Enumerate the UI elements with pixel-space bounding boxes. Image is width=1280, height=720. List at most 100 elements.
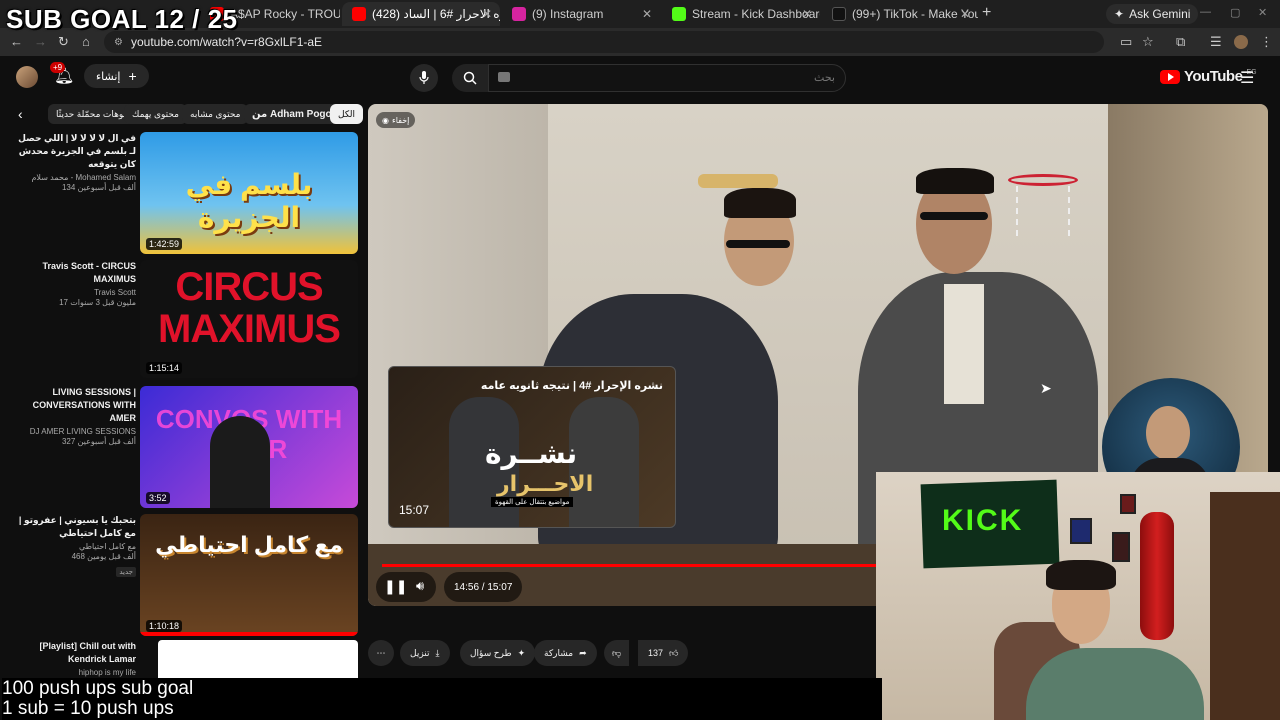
recommended-video[interactable]: في ال لا لا لا لا | اللي حصل لـ بلسم في … bbox=[18, 132, 358, 254]
tab-tiktok[interactable]: (99+) TikTok - Make Your Day ✕ bbox=[822, 2, 978, 26]
video-title[interactable]: LIVING SESSIONS | CONVERSATIONS WITH AME… bbox=[18, 386, 136, 425]
tshirt bbox=[944, 284, 984, 404]
tiktok-favicon-icon bbox=[832, 7, 846, 21]
chip-for-you[interactable]: محتوى يهمك bbox=[124, 104, 187, 124]
new-tab-icon[interactable]: + bbox=[982, 4, 991, 22]
tab-instagram[interactable]: (9) Instagram ✕ bbox=[502, 2, 660, 26]
download-icon: ⤓ bbox=[435, 647, 440, 658]
close-icon[interactable]: ✕ bbox=[642, 7, 652, 21]
share-button[interactable]: مشاركة ➦ bbox=[534, 640, 597, 666]
keyboard-icon[interactable] bbox=[498, 72, 510, 82]
home-icon[interactable]: ⌂ bbox=[82, 34, 90, 49]
thumbs-down-icon: 👎︎ bbox=[612, 647, 622, 658]
bookmark-star-icon[interactable]: ☆ bbox=[1142, 34, 1154, 50]
endcard-logo-line1: نشــرة bbox=[485, 438, 578, 469]
close-icon[interactable]: ✕ bbox=[802, 7, 812, 21]
voice-search-mic-icon[interactable] bbox=[410, 64, 438, 92]
endcard-tagline: مواضيع بتتقال على القهوة bbox=[491, 497, 574, 507]
video-person-left-hair bbox=[724, 188, 796, 218]
profile-avatar-icon[interactable] bbox=[1234, 35, 1248, 49]
extensions-icon[interactable]: ⧉ bbox=[1176, 34, 1185, 50]
pushups-goal-text: 100 push ups sub goal bbox=[2, 678, 194, 699]
close-icon[interactable]: ✕ bbox=[960, 7, 970, 21]
tab-kick-dashboard[interactable]: Stream - Kick Dashboard ✕ bbox=[662, 2, 820, 26]
chip-related[interactable]: محتوى مشابه bbox=[182, 104, 249, 124]
recommended-video[interactable]: بتحبك يا بسيوني | عفروتو | مع كامل احتيا… bbox=[18, 514, 358, 636]
dislike-button[interactable]: 👎︎ bbox=[604, 640, 630, 666]
forward-icon[interactable]: → bbox=[34, 34, 47, 49]
reading-list-icon[interactable]: ☰ bbox=[1210, 34, 1222, 50]
search-button[interactable] bbox=[452, 64, 488, 92]
streamer-body bbox=[1026, 648, 1204, 720]
minimize-icon[interactable]: — bbox=[1200, 6, 1211, 18]
search-input[interactable] bbox=[488, 64, 846, 92]
time-display: 14:56 / 15:07 bbox=[444, 572, 523, 602]
video-meta: [Playlist] Chill out with Kendrick Lamar… bbox=[18, 640, 137, 677]
pause-icon[interactable]: ❚❚ bbox=[384, 578, 407, 595]
tab-youtube-current[interactable]: نشره الاحرار #6 | الساد (428) ✕ bbox=[342, 2, 500, 26]
view-count: 468 ألف قبل يومين bbox=[71, 552, 136, 561]
thumbnail-title: مع كامل احتياطي bbox=[155, 532, 343, 557]
site-info-icon[interactable]: ⚙ bbox=[114, 37, 123, 48]
menu-dots-icon[interactable]: ⋮ bbox=[1260, 34, 1273, 50]
tab-label: A$AP Rocky - TROUBLE M bbox=[230, 7, 340, 21]
webcam-overlay: KICK bbox=[876, 472, 1280, 720]
channel-name[interactable]: DJ AMER LIVING SESSIONS bbox=[18, 427, 136, 436]
youtube-wordmark: YouTube bbox=[1184, 68, 1243, 85]
endcard-video[interactable]: نشره الإحرار #4 | نتيجه ثانويه عامه نشــ… bbox=[388, 366, 676, 528]
ask-gemini-label: Ask Gemini bbox=[1129, 7, 1191, 21]
video-title[interactable]: [Playlist] Chill out with Kendrick Lamar bbox=[18, 640, 137, 666]
door bbox=[1210, 492, 1280, 720]
ask-button[interactable]: طرح سؤال ✦ bbox=[460, 640, 536, 666]
basketball-hoop bbox=[1008, 174, 1078, 186]
like-button[interactable]: 137 👍︎ bbox=[638, 640, 689, 666]
hide-label: إخفاء bbox=[391, 115, 410, 125]
mouse-cursor-icon: ➤ bbox=[1040, 380, 1052, 396]
more-actions-button[interactable]: ⋯ bbox=[368, 640, 394, 666]
channel-name[interactable]: Travis Scott bbox=[18, 288, 136, 297]
duration-badge: 1:10:18 bbox=[146, 620, 183, 632]
channel-name[interactable]: محمد سلام - Mohamed Salam bbox=[18, 173, 136, 182]
video-thumbnail[interactable]: CONVOS WITH AMER 3:52 bbox=[140, 386, 358, 508]
account-avatar[interactable] bbox=[16, 66, 38, 88]
channel-name[interactable]: hiphop is my life bbox=[18, 668, 136, 677]
recommended-playlist[interactable]: [Playlist] Chill out with Kendrick Lamar… bbox=[18, 640, 358, 680]
close-icon[interactable]: ✕ bbox=[482, 7, 492, 21]
create-button[interactable]: إنشاء + bbox=[84, 64, 149, 88]
view-count: 327 ألف قبل أسبوعين bbox=[61, 437, 136, 446]
kick-logo-text: KICK bbox=[942, 504, 1024, 537]
video-thumbnail[interactable]: CIRCUS MAXIMUS 1:15:14 bbox=[140, 260, 358, 378]
wall-poster bbox=[1070, 518, 1092, 544]
video-meta: بتحبك يا بسيوني | عفروتو | مع كامل احتيا… bbox=[18, 514, 136, 579]
maximize-icon[interactable]: ▢ bbox=[1230, 6, 1240, 19]
reload-icon[interactable]: ↻ bbox=[58, 34, 69, 50]
channel-name[interactable]: مع كامل احتياطي bbox=[18, 542, 136, 551]
video-scene-wall-left bbox=[368, 104, 548, 606]
url-bar[interactable]: ⚙ youtube.com/watch?v=r8GxlLF1-aE bbox=[104, 31, 1104, 53]
chevron-left-icon[interactable]: ‹ bbox=[18, 106, 23, 122]
video-title[interactable]: Travis Scott - CIRCUS MAXIMUS bbox=[18, 260, 136, 286]
hide-overlay-chip[interactable]: ◉ إخفاء bbox=[376, 112, 416, 128]
video-thumbnail[interactable]: بلسم في الجزيرة 1:42:59 bbox=[140, 132, 358, 254]
video-meta: Travis Scott - CIRCUS MAXIMUS Travis Sco… bbox=[18, 260, 136, 307]
video-thumbnail[interactable] bbox=[158, 640, 358, 680]
tab-label: نشره الاحرار #6 | الساد (428) bbox=[372, 7, 500, 21]
video-title[interactable]: بتحبك يا بسيوني | عفروتو | مع كامل احتيا… bbox=[18, 514, 136, 540]
chip-from-channel[interactable]: من Adham Pogo bbox=[244, 104, 340, 124]
download-button[interactable]: تنزيل ⤓ bbox=[400, 640, 450, 666]
hamburger-menu-icon[interactable]: ☰ bbox=[1240, 68, 1254, 88]
video-person-right-hair bbox=[916, 168, 994, 194]
recommended-video[interactable]: Travis Scott - CIRCUS MAXIMUS Travis Sco… bbox=[18, 260, 358, 378]
video-thumbnail[interactable]: مع كامل احتياطي 1:10:18 bbox=[140, 514, 358, 636]
endcard-duration: 15:07 bbox=[399, 503, 430, 517]
instagram-favicon-icon bbox=[512, 7, 526, 21]
share-icon: ➦ bbox=[579, 647, 587, 658]
recommended-video[interactable]: LIVING SESSIONS | CONVERSATIONS WITH AME… bbox=[18, 386, 358, 508]
back-icon[interactable]: ← bbox=[10, 34, 23, 49]
volume-icon[interactable]: 🔊︎ bbox=[416, 578, 424, 594]
cast-icon[interactable]: ▭ bbox=[1120, 34, 1132, 50]
close-window-icon[interactable]: ✕ bbox=[1258, 6, 1267, 19]
video-title[interactable]: في ال لا لا لا لا | اللي حصل لـ بلسم في … bbox=[18, 132, 136, 171]
ask-gemini-button[interactable]: ✦ Ask Gemini bbox=[1106, 4, 1199, 24]
chip-all[interactable]: الكل bbox=[330, 104, 364, 124]
